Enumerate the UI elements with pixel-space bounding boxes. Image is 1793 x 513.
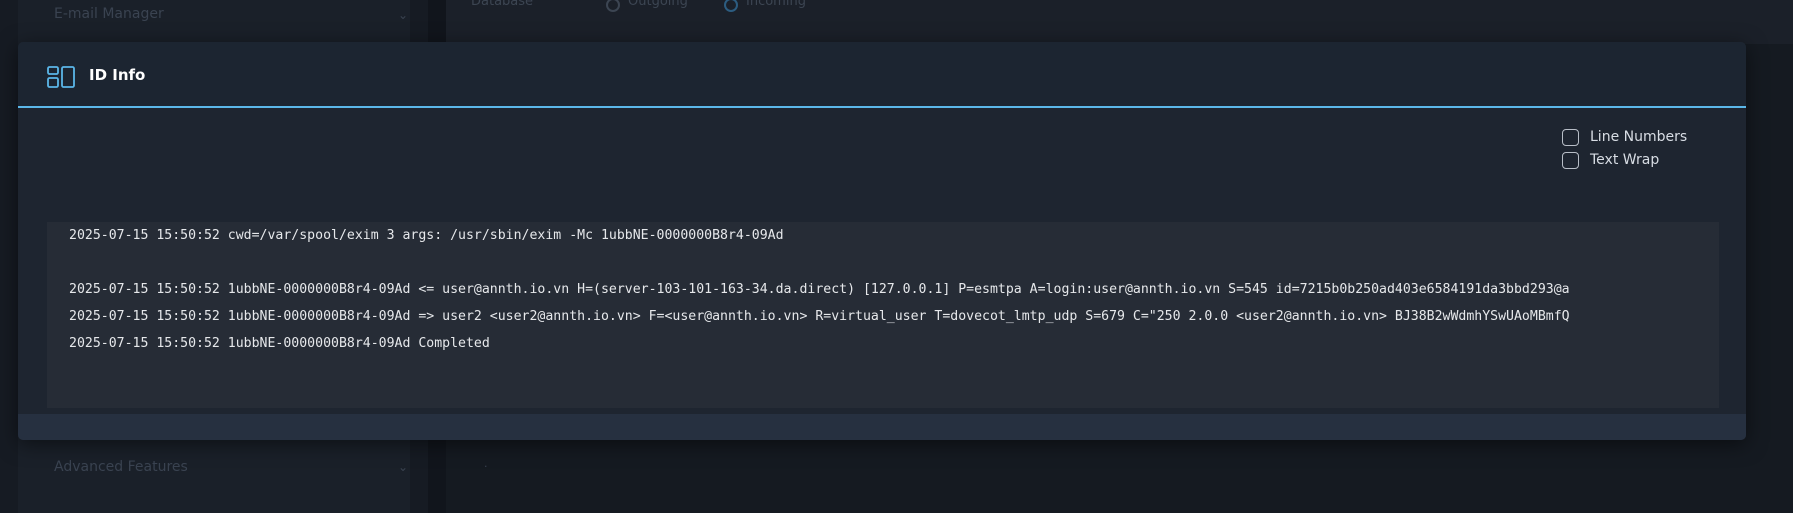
id-info-modal: ID Info Line Numbers Text Wrap 2025-07-1… [18,42,1746,440]
line-numbers-checkbox[interactable] [1562,128,1579,146]
background-table-row: · [484,460,488,473]
sidebar-item-advanced-features: Advanced Features [54,459,188,475]
chevron-down-icon: ⌄ [398,8,409,22]
outgoing-radio [606,0,620,12]
log-line: 2025-07-15 15:50:52 1ubbNE-0000000B8r4-0… [69,282,1570,297]
outgoing-label: Outgoing [628,0,688,9]
log-line: 2025-07-15 15:50:52 1ubbNE-0000000B8r4-0… [69,309,1570,324]
text-wrap-label[interactable]: Text Wrap [1590,152,1659,168]
modal-body: Line Numbers Text Wrap 2025-07-15 15:50:… [18,108,1746,440]
log-line: 2025-07-15 15:50:52 cwd=/var/spool/exim … [69,228,784,243]
modal-header: ID Info [18,42,1746,108]
log-lines: 2025-07-15 15:50:52 cwd=/var/spool/exim … [69,222,1719,357]
layout-panels-icon [47,66,75,88]
modal-footer [18,414,1746,440]
sidebar-item-email-manager: E-mail Manager [54,6,164,22]
background-toolbar: Database Outgoing Incoming [446,0,1793,44]
text-wrap-option[interactable]: Text Wrap [1562,151,1659,169]
line-numbers-label[interactable]: Line Numbers [1590,129,1687,145]
chevron-down-icon: ⌄ [398,460,409,474]
text-wrap-checkbox[interactable] [1562,151,1579,169]
database-label: Database [471,0,534,9]
log-viewer[interactable]: 2025-07-15 15:50:52 cwd=/var/spool/exim … [47,222,1719,408]
line-numbers-option[interactable]: Line Numbers [1562,128,1687,146]
log-line: 2025-07-15 15:50:52 1ubbNE-0000000B8r4-0… [69,336,490,351]
incoming-label: Incoming [746,0,806,9]
incoming-radio [724,0,738,12]
modal-title: ID Info [89,66,146,84]
